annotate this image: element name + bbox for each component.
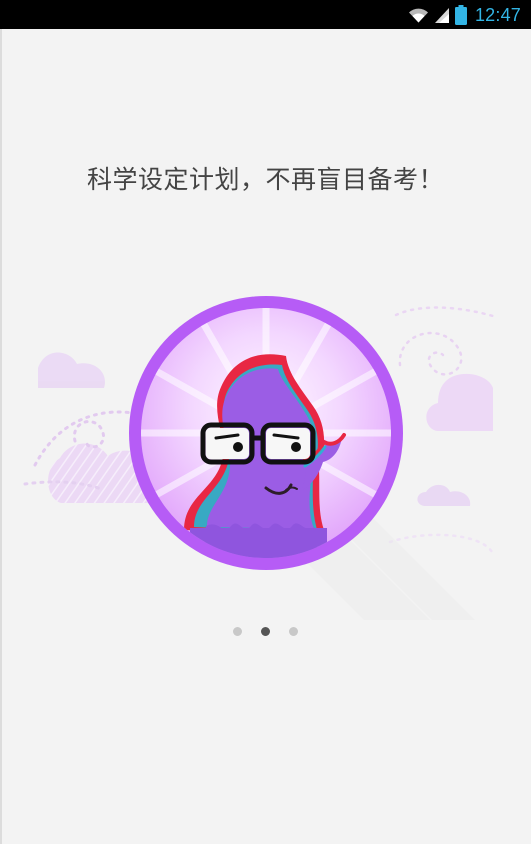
page-dot-2-active[interactable] (261, 627, 270, 636)
page-title: 科学设定计划，不再盲目备考！ (86, 165, 444, 194)
status-bar: 12:47 (0, 0, 531, 29)
right-cloud-group (388, 306, 495, 554)
status-icons (408, 4, 467, 25)
page-indicator (0, 627, 531, 636)
signal-icon (434, 6, 450, 24)
onboarding-screen: 12:47 科学设定计划，不再盲目备考！ (0, 0, 531, 844)
wifi-icon (408, 6, 429, 24)
octopus-illustration (23, 296, 495, 620)
battery-icon (454, 4, 467, 25)
page-dot-3[interactable] (289, 627, 298, 636)
page-dot-1[interactable] (233, 627, 242, 636)
status-time: 12:47 (474, 4, 521, 25)
